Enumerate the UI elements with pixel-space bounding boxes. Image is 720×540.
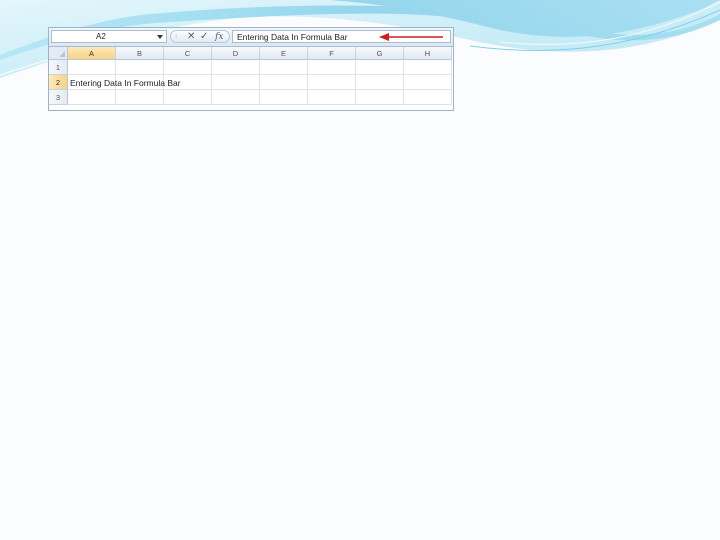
cell-e3[interactable] [260,90,308,105]
cell-c1[interactable] [164,60,212,75]
cell-d1[interactable] [212,60,260,75]
cell-f2[interactable] [308,75,356,90]
select-all-button[interactable] [49,47,68,60]
column-header-h[interactable]: H [404,47,452,60]
name-box-value: A2 [96,32,106,41]
cell-h3[interactable] [404,90,452,105]
cell-a2-value: Entering Data In Formula Bar [70,78,181,88]
cell-g1[interactable] [356,60,404,75]
cell-d2[interactable] [212,75,260,90]
cell-b3[interactable] [116,90,164,105]
formula-buttons: ⁝ ✕ ✓ fx [170,30,230,43]
formula-bar: A2 ⁝ ✕ ✓ fx Entering Data In Formula Bar [49,28,453,47]
grip-icon: ⁝ [175,33,178,40]
cell-h2[interactable] [404,75,452,90]
cell-c3[interactable] [164,90,212,105]
worksheet-grid: ABCDEFGH 123 Entering Data In Formula Ba… [49,47,453,111]
cell-f3[interactable] [308,90,356,105]
excel-screenshot: A2 ⁝ ✕ ✓ fx Entering Data In Formula Bar… [48,27,454,111]
cell-f1[interactable] [308,60,356,75]
row-header-2[interactable]: 2 [49,75,68,90]
cancel-icon[interactable]: ✕ [187,31,195,43]
column-header-a[interactable]: A [68,47,116,60]
insert-function-icon[interactable]: fx [215,31,223,43]
cell-g2[interactable] [356,75,404,90]
cell-e1[interactable] [260,60,308,75]
row-header-1[interactable]: 1 [49,60,68,75]
row-header-3[interactable]: 3 [49,90,68,105]
cell-b1[interactable] [116,60,164,75]
column-header-g[interactable]: G [356,47,404,60]
cell-e2[interactable] [260,75,308,90]
column-header-f[interactable]: F [308,47,356,60]
red-arrow-annotation [379,33,443,41]
formula-value: Entering Data In Formula Bar [237,32,348,42]
column-header-b[interactable]: B [116,47,164,60]
cell-h1[interactable] [404,60,452,75]
chevron-down-icon[interactable] [157,35,163,39]
enter-icon[interactable]: ✓ [200,31,208,43]
column-header-c[interactable]: C [164,47,212,60]
column-header-d[interactable]: D [212,47,260,60]
column-header-e[interactable]: E [260,47,308,60]
cell-g3[interactable] [356,90,404,105]
cell-a3[interactable] [68,90,116,105]
select-all-icon [59,51,65,57]
name-box[interactable]: A2 [51,30,167,43]
cell-a1[interactable] [68,60,116,75]
cell-d3[interactable] [212,90,260,105]
